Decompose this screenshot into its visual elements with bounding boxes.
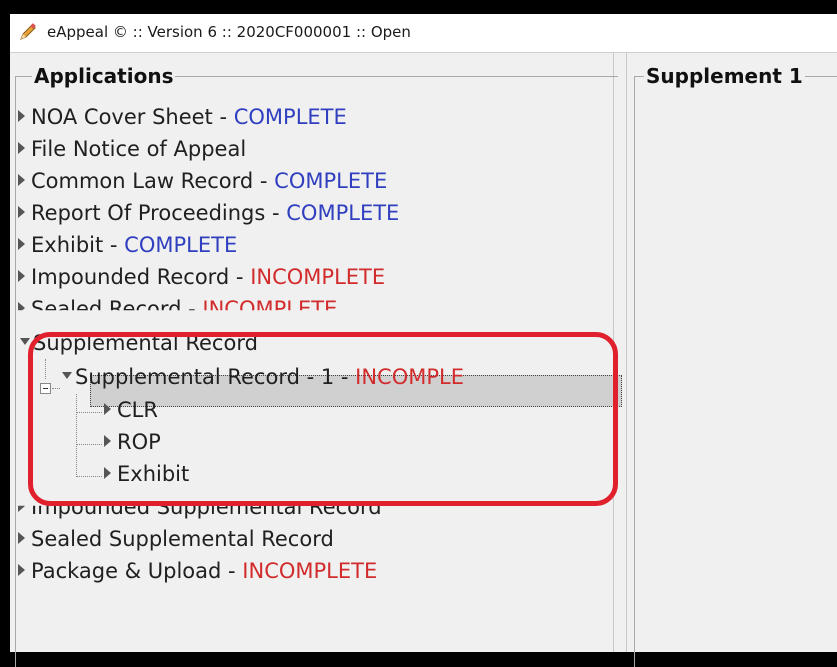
item-label: Common Law Record - <box>31 169 275 193</box>
tree-item-impounded-record[interactable]: Impounded Record - INCOMPLETE <box>18 265 385 289</box>
tree-line <box>76 444 102 445</box>
item-label: Supplemental Record - 1 - <box>75 365 356 389</box>
collapse-arrow-icon[interactable] <box>62 371 72 379</box>
applications-title: Applications <box>32 64 176 88</box>
item-label: Supplemental Record <box>33 331 258 355</box>
expand-arrow-icon[interactable] <box>104 403 111 415</box>
expand-arrow-icon[interactable] <box>18 270 25 282</box>
tree-item-common-law-record[interactable]: Common Law Record - COMPLETE <box>18 169 387 193</box>
collapse-arrow-icon[interactable] <box>20 337 30 345</box>
status-complete: COMPLETE <box>233 105 347 129</box>
tree-item-sealed-supplemental-record[interactable]: Sealed Supplemental Record <box>18 527 334 551</box>
expand-arrow-icon[interactable] <box>18 532 25 544</box>
pencil-app-icon <box>20 23 36 40</box>
item-label: ROP <box>117 430 161 454</box>
app-window: eAppeal © :: Version 6 :: 2020CF000001 :… <box>10 14 837 667</box>
tree-line <box>76 476 102 477</box>
tree-item-clr[interactable]: CLR <box>104 398 158 422</box>
expand-arrow-icon[interactable] <box>18 174 25 186</box>
expand-arrow-icon[interactable] <box>104 467 111 479</box>
title-bar: eAppeal © :: Version 6 :: 2020CF000001 :… <box>10 14 837 53</box>
item-label: Sealed Supplemental Record <box>31 527 334 551</box>
pane-divider-right <box>626 52 627 652</box>
status-complete: COMPLETE <box>286 201 400 225</box>
expand-arrow-icon[interactable] <box>18 142 25 154</box>
tree-item-report-of-proceedings[interactable]: Report Of Proceedings - COMPLETE <box>18 201 399 225</box>
item-label: Exhibit <box>117 462 190 486</box>
tree-line <box>76 412 102 413</box>
tree-line <box>52 388 60 389</box>
status-complete: COMPLETE <box>124 233 238 257</box>
tree-item-supplemental-record[interactable]: Supplemental Record <box>20 331 258 355</box>
item-label: CLR <box>117 398 158 422</box>
tree-item-supplemental-record-1[interactable]: Supplemental Record - 1 - INCOMPLE <box>62 365 464 389</box>
expand-arrow-icon[interactable] <box>18 110 25 122</box>
status-incomplete: INCOMPLETE <box>242 559 378 583</box>
expand-arrow-icon[interactable] <box>18 206 25 218</box>
tree-item-rop[interactable]: ROP <box>104 430 161 454</box>
expand-arrow-icon[interactable] <box>104 435 111 447</box>
item-label: File Notice of Appeal <box>31 137 247 161</box>
expand-arrow-icon[interactable] <box>18 238 25 250</box>
tree-item-noa-cover-sheet[interactable]: NOA Cover Sheet - COMPLETE <box>18 105 347 129</box>
tree-item-package-upload[interactable]: Package & Upload - INCOMPLETE <box>18 559 377 583</box>
supplement-title: Supplement 1 <box>644 64 805 88</box>
status-incomplete: INCOMPLETE <box>250 265 386 289</box>
tree-item-exhibit[interactable]: Exhibit - COMPLETE <box>18 233 237 257</box>
expand-arrow-icon[interactable] <box>18 564 25 576</box>
item-label: Report Of Proceedings - <box>31 201 287 225</box>
supplement-panel <box>634 76 837 667</box>
item-label: Exhibit - <box>31 233 125 257</box>
tree-line <box>45 359 46 379</box>
status-incomplete: INCOMPLE <box>355 365 464 389</box>
window-title: eAppeal © :: Version 6 :: 2020CF000001 :… <box>47 23 411 41</box>
tree-item-supplemental-exhibit[interactable]: Exhibit <box>104 462 189 486</box>
collapse-toggle-icon[interactable] <box>40 383 51 394</box>
item-label: Impounded Record - <box>31 265 251 289</box>
tree-item-file-notice-of-appeal[interactable]: File Notice of Appeal <box>18 137 246 161</box>
tree-line <box>76 394 77 477</box>
status-complete: COMPLETE <box>274 169 388 193</box>
item-label: Package & Upload - <box>31 559 243 583</box>
item-label: NOA Cover Sheet - <box>31 105 234 129</box>
